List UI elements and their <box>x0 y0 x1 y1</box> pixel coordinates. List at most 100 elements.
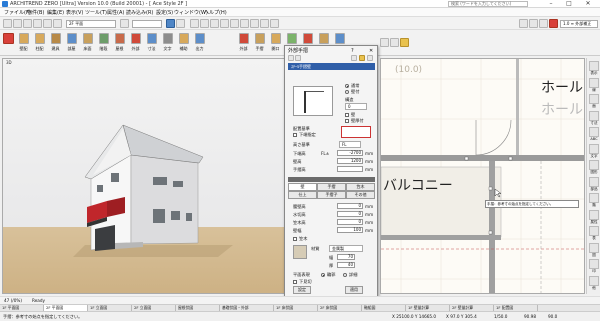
dialog-close-button[interactable]: ✕ <box>369 48 373 54</box>
side-tool-icon-4[interactable] <box>589 127 599 137</box>
dialog-lock-icon[interactable] <box>359 55 365 61</box>
menu-import[interactable]: 読み込み(R) <box>126 9 153 16</box>
help-button[interactable]: ? <box>351 48 354 54</box>
maximize-button[interactable]: □ <box>562 0 576 8</box>
ribbon-button-2[interactable]: 建具 <box>48 32 63 54</box>
rail-height-input[interactable] <box>337 166 363 172</box>
structure-select[interactable]: 0 <box>345 103 367 110</box>
property-icon[interactable] <box>529 19 538 28</box>
field-input-waist[interactable]: 0 <box>337 203 363 209</box>
lower-trim-checkbox[interactable] <box>293 280 297 284</box>
radio-normal[interactable] <box>345 84 349 88</box>
settings-icon[interactable] <box>519 19 528 28</box>
dialog-tool-icon-b[interactable] <box>295 55 301 61</box>
material-swatch[interactable] <box>293 245 307 259</box>
side-tool-icon-1[interactable] <box>589 77 599 88</box>
menu-bukken[interactable]: 物件(B) <box>27 9 44 16</box>
dialog-tool-icon-a[interactable] <box>288 55 294 61</box>
color-icon[interactable] <box>166 19 175 28</box>
wall-height-input[interactable]: 1200 <box>337 158 363 164</box>
ribbon-button-5[interactable]: 階段 <box>96 32 111 54</box>
grid-icon[interactable] <box>200 19 209 28</box>
menu-edit[interactable]: 編集(E) <box>47 9 64 16</box>
zoom-out-icon[interactable] <box>230 19 239 28</box>
placement-diagram[interactable] <box>341 126 371 138</box>
ribbon-button-0[interactable]: 壁配 <box>16 32 31 54</box>
alert-icon[interactable] <box>549 19 558 28</box>
menu-settings[interactable]: 設定(S) <box>156 9 173 16</box>
side-tool-icon-10[interactable] <box>589 226 599 236</box>
plan-view-window[interactable]: (10.0) ホール ホール バルコニー 手摺：参考寸の始点を指定してください。 <box>380 58 585 294</box>
layer-select[interactable] <box>132 20 162 28</box>
print-icon[interactable] <box>33 19 42 28</box>
side-tool-icon-13[interactable] <box>589 275 599 286</box>
side-tool-icon-5[interactable] <box>589 143 599 154</box>
linetype-icon[interactable] <box>176 19 185 28</box>
tab-handrail[interactable]: 手摺 <box>317 183 346 191</box>
ribbon-exterior-button-0[interactable]: 外部 <box>236 32 251 54</box>
tab-finish[interactable]: 仕上 <box>288 191 317 199</box>
field-input-wall-width[interactable]: 100 <box>337 227 363 233</box>
ribbon-button-9[interactable]: 文字 <box>160 32 175 54</box>
minimize-button[interactable]: – <box>544 0 558 8</box>
ribbon-button-10[interactable]: 補助 <box>176 32 191 54</box>
menu-attribute[interactable]: 属性(A) <box>107 9 124 16</box>
undo-icon[interactable] <box>43 19 52 28</box>
radio-outline[interactable] <box>321 273 325 277</box>
radio-wallmount[interactable] <box>345 90 349 94</box>
side-tool-icon-7[interactable] <box>589 176 599 187</box>
field-input-coping-height[interactable]: 0 <box>337 219 363 225</box>
wall-checkbox[interactable] <box>345 113 349 117</box>
info-icon[interactable] <box>539 19 548 28</box>
side-tool-icon-6[interactable] <box>589 160 599 170</box>
floor-select[interactable]: 2F 平面 <box>66 20 116 28</box>
dialog-settings-button[interactable]: 設定 <box>293 286 311 294</box>
material-select[interactable]: 金属製 <box>329 245 363 252</box>
tab-coping[interactable]: 笠木 <box>346 183 375 191</box>
radio-detail[interactable] <box>343 273 347 277</box>
new-icon[interactable] <box>3 19 12 28</box>
tab-wall[interactable]: 壁 <box>288 183 317 191</box>
snap-icon[interactable] <box>190 19 199 28</box>
ribbon-button-8[interactable]: 寸法 <box>144 32 159 54</box>
side-tool-icon-12[interactable] <box>589 259 599 269</box>
ribbon-button-4[interactable]: 床面 <box>80 32 95 54</box>
menu-help[interactable]: ヘルプ(H) <box>204 9 227 16</box>
dialog-apply-button[interactable]: 適用 <box>345 286 363 294</box>
redraw-icon[interactable] <box>250 19 259 28</box>
railing-type-select[interactable]: ｽﾁｰﾙ手摺壁 <box>288 63 375 70</box>
menu-window[interactable]: ウィンドウ(W) <box>174 9 208 16</box>
stop-icon[interactable] <box>3 33 14 44</box>
ribbon-button-1[interactable]: 柱配 <box>32 32 47 54</box>
menu-view[interactable]: 表示(V) <box>66 9 83 16</box>
thickness-input[interactable]: 40 <box>337 262 355 268</box>
ribbon-exterior-button-2[interactable]: 開口 <box>268 32 283 54</box>
ribbon-button-3[interactable]: 部屋 <box>64 32 79 54</box>
ribbon-exterior-button-1[interactable]: 手摺 <box>252 32 267 54</box>
menu-tool[interactable]: ツール(T) <box>85 9 107 16</box>
side-tool-icon-8[interactable] <box>589 193 599 203</box>
zoom-in-icon[interactable] <box>220 19 229 28</box>
field-input-drip[interactable]: 0 <box>337 211 363 217</box>
ribbon-button-7[interactable]: 外部 <box>128 32 143 54</box>
close-button[interactable]: ✕ <box>581 0 595 8</box>
pan-icon[interactable] <box>240 19 249 28</box>
side-tool-icon-11[interactable] <box>589 242 599 253</box>
ribbon-button-11[interactable]: 出力 <box>192 32 207 54</box>
dialog-menu-icon[interactable] <box>367 55 373 61</box>
select-icon[interactable] <box>270 19 279 28</box>
coping-checkbox[interactable] <box>293 237 297 241</box>
dialog-pick-icon[interactable] <box>351 55 357 61</box>
ribbon-button-6[interactable]: 屋根 <box>112 32 127 54</box>
bottom-spec-checkbox[interactable] <box>293 133 297 137</box>
redo-icon[interactable] <box>53 19 62 28</box>
save-icon[interactable] <box>23 19 32 28</box>
width-input[interactable]: 70 <box>337 254 355 260</box>
bottom-height-input[interactable]: -2700 <box>337 150 363 156</box>
tool-icon-c[interactable] <box>400 38 409 47</box>
side-tool-icon-9[interactable] <box>589 209 599 220</box>
search-input[interactable]: 検索 (ワードを入力してください) <box>448 1 528 7</box>
height-basis-select[interactable]: FL <box>339 141 361 148</box>
tab-baluster[interactable]: 手摺子 <box>317 191 346 199</box>
side-tool-icon-3[interactable] <box>589 110 599 121</box>
